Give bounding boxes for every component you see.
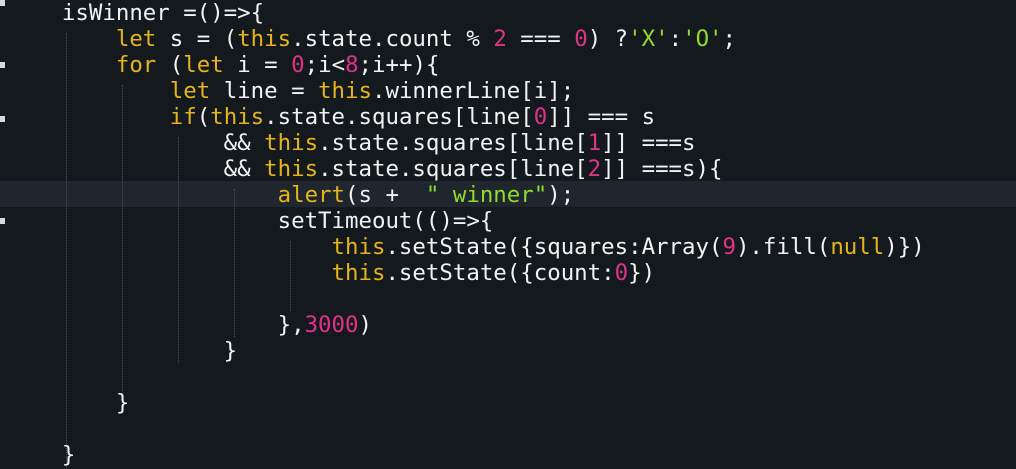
code-line[interactable]: this.setState({count:0}) xyxy=(8,260,656,286)
editor-gutter[interactable] xyxy=(0,0,8,469)
code-token: ; xyxy=(722,26,737,52)
code-token: ( xyxy=(196,104,211,130)
code-token: ) ? xyxy=(587,26,629,52)
code-line[interactable]: },3000) xyxy=(8,312,372,338)
code-token: 3000 xyxy=(304,312,359,338)
code-token: " winner" xyxy=(425,182,548,208)
code-token: let xyxy=(169,78,211,104)
code-token: ]] === s xyxy=(547,104,656,130)
code-token: .winnerLine[i]; xyxy=(371,78,575,104)
code-token: } xyxy=(8,338,238,364)
code-line[interactable]: let s = (this.state.count % 2 === 0) ?'X… xyxy=(8,26,736,52)
code-line[interactable]: && this.state.squares[line[2]] ===s){ xyxy=(8,156,723,182)
code-token: .state.squares[line[ xyxy=(318,130,588,156)
code-token: 9 xyxy=(722,234,736,260)
code-token: setTimeout(()=>{ xyxy=(8,208,494,234)
code-token: .setState({count: xyxy=(385,260,615,286)
code-token: === xyxy=(506,26,575,52)
gutter-marker xyxy=(0,0,5,6)
code-line[interactable]: } xyxy=(8,338,238,364)
code-token: s = ( xyxy=(156,26,238,52)
code-token: && xyxy=(8,156,265,182)
code-token: && xyxy=(8,130,265,156)
code-token: i = xyxy=(223,52,292,78)
code-token: ]] ===s){ xyxy=(601,156,723,182)
code-token: ) xyxy=(358,312,372,338)
code-token: isWinner =()=>{ xyxy=(8,0,265,26)
code-token: ( xyxy=(156,52,184,78)
code-token: 0 xyxy=(574,26,588,52)
code-line[interactable]: } xyxy=(8,442,76,468)
code-token: (s + xyxy=(345,182,426,208)
code-line[interactable]: && this.state.squares[line[1]] ===s xyxy=(8,130,696,156)
code-token: null xyxy=(830,234,885,260)
gutter-marker xyxy=(0,218,5,224)
code-token: this xyxy=(264,130,319,156)
code-token: ;i++){ xyxy=(358,52,440,78)
code-token: for xyxy=(115,52,157,78)
code-token: .state.squares[line[ xyxy=(318,156,588,182)
code-line[interactable]: this.setState({squares:Array(9).fill(nul… xyxy=(8,234,925,260)
code-token: : xyxy=(668,26,683,52)
code-token: ); xyxy=(547,182,575,208)
code-token: this xyxy=(210,104,265,130)
code-token: }, xyxy=(8,312,305,338)
code-token: 'O' xyxy=(682,26,723,52)
code-token: alert xyxy=(277,182,346,208)
code-token: if xyxy=(169,104,197,130)
code-token: this xyxy=(331,260,386,286)
code-token: 0 xyxy=(533,104,548,130)
code-token: let xyxy=(183,52,224,78)
code-token: this xyxy=(331,234,386,260)
code-token: 0 xyxy=(614,260,629,286)
code-line[interactable]: if(this.state.squares[line[0]] === s xyxy=(8,104,655,130)
code-token: 0 xyxy=(291,52,305,78)
gutter-marker xyxy=(0,62,5,68)
code-token: ).fill( xyxy=(735,234,831,260)
code-token: ]] ===s xyxy=(601,130,696,156)
code-token: }) xyxy=(628,260,656,286)
code-token: .state.squares[line[ xyxy=(264,104,534,130)
code-token: .setState({squares:Array( xyxy=(385,234,723,260)
code-token: 1 xyxy=(587,130,602,156)
code-token: this xyxy=(237,26,292,52)
code-token: 'X' xyxy=(628,26,669,52)
code-token: 2 xyxy=(493,26,507,52)
code-token: )}) xyxy=(884,234,925,260)
code-line[interactable]: alert(s + " winner"); xyxy=(8,182,575,208)
code-token: } xyxy=(8,442,76,468)
code-line[interactable]: } xyxy=(8,390,130,416)
code-line[interactable]: for (let i = 0;i<8;i++){ xyxy=(8,52,440,78)
code-token: 2 xyxy=(587,156,602,182)
code-token: this xyxy=(318,78,372,104)
code-token: ;i< xyxy=(304,52,346,78)
code-token: line = xyxy=(210,78,319,104)
code-token: } xyxy=(8,390,130,416)
gutter-marker xyxy=(0,116,5,122)
code-line[interactable]: setTimeout(()=>{ xyxy=(8,208,494,234)
code-token: .state.count % xyxy=(291,26,494,52)
code-token: this xyxy=(264,156,319,182)
code-line[interactable]: let line = this.winnerLine[i]; xyxy=(8,78,574,104)
code-token: 8 xyxy=(345,52,359,78)
code-token: let xyxy=(115,26,157,52)
code-line[interactable]: isWinner =()=>{ xyxy=(8,0,264,26)
